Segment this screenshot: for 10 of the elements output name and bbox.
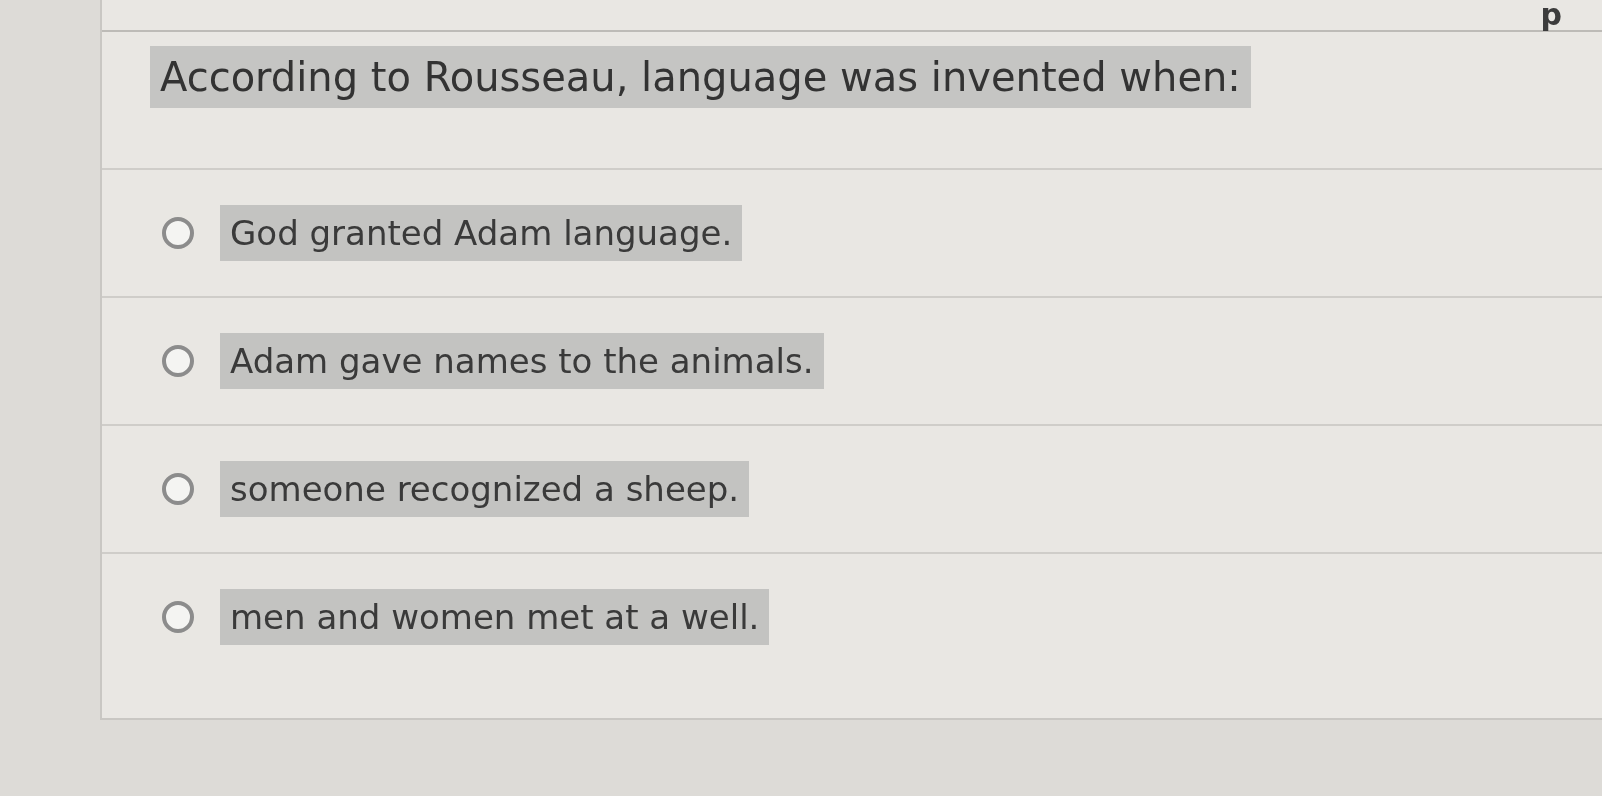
answer-option[interactable]: men and women met at a well. <box>220 589 770 645</box>
radio-button[interactable] <box>162 473 194 505</box>
points-label: p <box>1540 0 1562 30</box>
answer-option[interactable]: someone recognized a sheep. <box>220 461 750 517</box>
radio-button[interactable] <box>162 601 194 633</box>
answer-option[interactable]: God granted Adam language. <box>220 205 743 261</box>
radio-button[interactable] <box>162 217 194 249</box>
answer-option[interactable]: Adam gave names to the animals. <box>220 333 824 389</box>
question-text: According to Rousseau, language was invented when: <box>150 46 1251 108</box>
radio-button[interactable] <box>162 345 194 377</box>
